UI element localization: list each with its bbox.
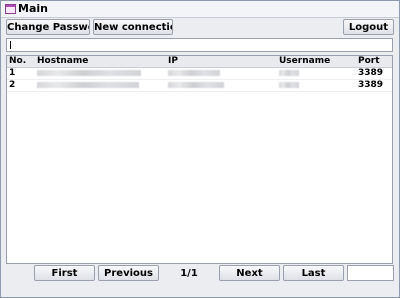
redacted-username [279,82,299,88]
search-input[interactable] [6,38,393,52]
page-indicator: 1/1 [180,268,198,279]
last-page-button[interactable]: Last [283,265,344,281]
column-header-ip[interactable]: IP [168,56,178,67]
logout-button[interactable]: Logout [343,19,394,35]
redacted-username [279,70,299,76]
next-page-button[interactable]: Next [219,265,280,281]
column-header-no[interactable]: No. [9,56,26,67]
redacted-ip [168,82,224,88]
goto-page-input[interactable] [347,265,394,281]
column-header-hostname[interactable]: Hostname [37,56,88,67]
table-row[interactable]: 2 3389 [7,80,392,92]
connections-table: No. Hostname IP Username Port 1 3389 2 3… [6,55,393,264]
table-header: No. Hostname IP Username Port [7,56,392,68]
new-connection-button[interactable]: New connection [93,19,173,35]
table-row[interactable]: 1 3389 [7,68,392,80]
cell-no: 1 [9,68,16,78]
cell-no: 2 [9,80,16,90]
redacted-ip [168,70,220,76]
redacted-hostname [37,82,139,88]
cell-port: 3389 [358,68,384,78]
window-icon [5,4,16,14]
title-bar: Main [1,1,399,18]
main-window: Main Change Password New connection Logo… [0,0,400,298]
previous-page-button[interactable]: Previous [98,265,159,281]
text-caret [10,41,11,49]
column-header-username[interactable]: Username [279,56,330,67]
first-page-button[interactable]: First [34,265,95,281]
change-password-button[interactable]: Change Password [6,19,90,35]
window-title: Main [18,2,48,15]
column-header-port[interactable]: Port [358,56,380,67]
redacted-hostname [37,70,141,76]
cell-port: 3389 [358,80,384,90]
